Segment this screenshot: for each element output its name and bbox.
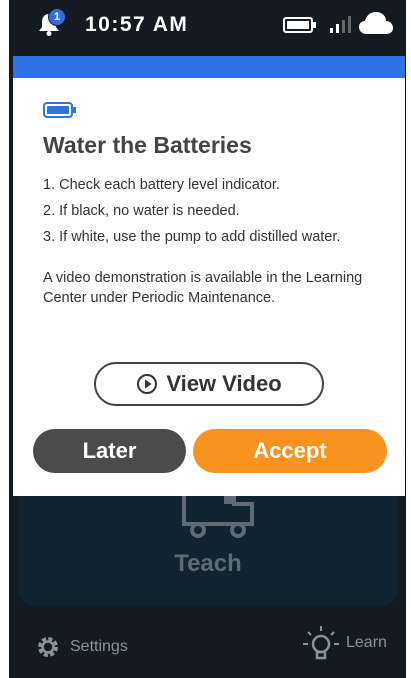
later-button[interactable]: Later xyxy=(33,429,186,473)
list-item: 2. If black, no water is needed. xyxy=(43,203,240,219)
cloud-icon xyxy=(359,12,393,34)
view-video-button[interactable]: View Video xyxy=(94,362,324,406)
modal-note: A video demonstration is available in th… xyxy=(43,270,363,306)
teach-label: Teach xyxy=(174,550,242,577)
battery-icon xyxy=(43,102,76,118)
gear-icon[interactable] xyxy=(35,634,61,660)
steps-list: 1. Check each battery level indicator. 2… xyxy=(43,176,340,254)
view-video-label: View Video xyxy=(166,371,282,396)
modal-header-bar xyxy=(13,56,405,78)
status-time: 10:57 AM xyxy=(85,13,189,36)
bottom-nav: Settings Learn xyxy=(9,616,406,678)
list-item: 1. Check each battery level indicator. xyxy=(43,177,280,193)
notification-badge: 1 xyxy=(48,8,66,26)
learn-label[interactable]: Learn xyxy=(346,634,387,652)
device-screen: 1 10:57 AM Teach Settings Learn Water th… xyxy=(9,0,406,678)
battery-icon xyxy=(283,17,316,33)
accept-button[interactable]: Accept xyxy=(193,429,387,473)
signal-icon xyxy=(330,16,351,33)
robot-cart-icon xyxy=(182,492,254,538)
settings-label[interactable]: Settings xyxy=(70,638,128,656)
modal-title: Water the Batteries xyxy=(43,132,252,158)
battery-modal: Water the Batteries 1. Check each batter… xyxy=(13,56,405,496)
list-item: 3. If white, use the pump to add distill… xyxy=(43,229,341,245)
play-icon xyxy=(137,374,158,394)
status-bar: 1 10:57 AM xyxy=(9,0,406,48)
lightbulb-icon[interactable] xyxy=(301,624,341,664)
